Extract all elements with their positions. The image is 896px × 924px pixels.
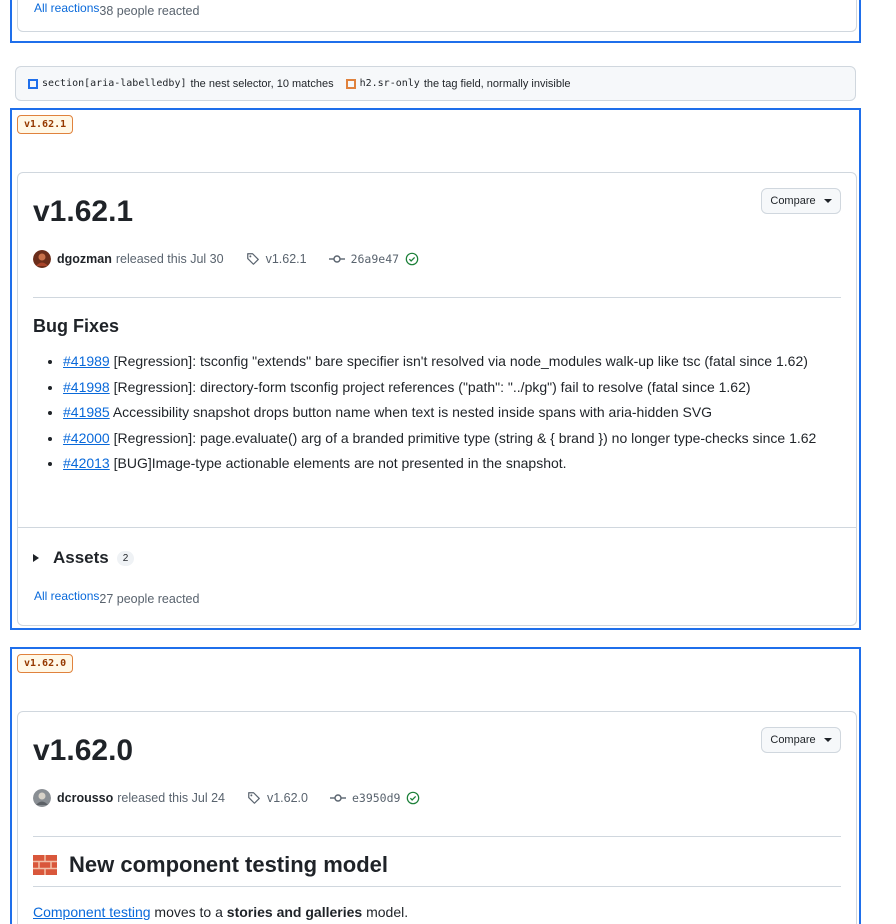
reactions-count: 27 people reacted: [99, 592, 200, 606]
list-item: #41989 [Regression]: tsconfig "extends" …: [63, 350, 841, 373]
assets-toggle[interactable]: Assets 2: [33, 548, 135, 568]
compare-button[interactable]: Compare: [761, 727, 841, 753]
list-item: #41985 Accessibility snapshot drops butt…: [63, 401, 841, 424]
list-item: #42000 [Regression]: page.evaluate() arg…: [63, 427, 841, 450]
release-section-v1-62-1: v1.62.1 v1.62.1 Compare dgozman released…: [10, 108, 861, 630]
release-card-previous: All reactions38 people reacted: [17, 0, 857, 32]
commit-sha: 26a9e47: [350, 252, 400, 266]
highlight-legend: section[aria-labelledby] the nest select…: [15, 66, 856, 101]
all-reactions-link[interactable]: All reactions: [34, 1, 99, 15]
component-testing-link[interactable]: Component testing: [33, 904, 151, 920]
issue-link[interactable]: #42013: [63, 455, 110, 471]
bricks-icon: [33, 855, 57, 875]
divider: [33, 836, 841, 837]
issue-link[interactable]: #42000: [63, 430, 110, 446]
issue-link[interactable]: #41989: [63, 353, 110, 369]
author-link[interactable]: dcrousso: [57, 791, 113, 805]
section-heading: New component testing model: [33, 852, 388, 878]
divider: [18, 527, 856, 528]
reactions-row: All reactions38 people reacted: [34, 1, 200, 18]
list-item-text: [BUG]Image-type actionable elements are …: [109, 455, 567, 471]
blue-swatch-icon: [28, 78, 38, 89]
verified-check-icon[interactable]: [405, 252, 419, 266]
list-item: #42013 [BUG]Image-type actionable elemen…: [63, 452, 841, 475]
caret-down-icon: [823, 738, 832, 742]
section-heading: Bug Fixes: [33, 316, 120, 336]
compare-label: Compare: [770, 734, 816, 746]
release-section-previous: All reactions38 people reacted: [10, 0, 861, 43]
divider: [33, 886, 841, 887]
divider: [33, 297, 841, 298]
verified-check-icon[interactable]: [406, 791, 420, 805]
paragraph-text: model.: [362, 904, 409, 920]
legend-description: the nest selector, 10 matches: [190, 77, 334, 90]
issue-link[interactable]: #41998: [63, 379, 110, 395]
release-title[interactable]: v1.62.0: [33, 734, 133, 768]
section-heading-text: New component testing model: [69, 852, 389, 877]
list-item-text: [Regression]: page.evaluate() arg of a b…: [109, 429, 817, 446]
issue-link[interactable]: #41985: [63, 404, 110, 420]
commit-link[interactable]: e3950d9: [329, 791, 426, 805]
all-reactions-link[interactable]: All reactions: [34, 589, 99, 603]
list-item-text: [Regression]: directory-form tsconfig pr…: [109, 378, 751, 395]
caret-down-icon: [823, 199, 832, 203]
commit-link[interactable]: 26a9e47: [328, 252, 425, 266]
release-meta: dcrousso released this Jul 24 v1.62.0 e3…: [33, 789, 426, 807]
release-meta: dgozman released this Jul 30 v1.62.1 26a…: [33, 250, 425, 268]
legend-selector: h2.sr-only: [359, 78, 420, 89]
assets-label: Assets: [53, 548, 109, 567]
tag-label: v1.62.1: [265, 252, 307, 266]
list-item: #41998 [Regression]: directory-form tsco…: [63, 376, 841, 399]
triangle-right-icon: [33, 554, 39, 562]
tag-link[interactable]: v1.62.1: [246, 252, 307, 266]
tag-link[interactable]: v1.62.0: [247, 791, 308, 805]
legend-description: the tag field, normally invisible: [423, 77, 571, 90]
tag-icon: [246, 253, 259, 265]
release-tag-field: v1.62.0: [17, 654, 74, 673]
released-date: released this Jul 24: [117, 791, 225, 805]
paragraph: Component testing moves to a stories and…: [33, 904, 408, 920]
release-tag-field: v1.62.1: [17, 115, 74, 134]
paragraph-text: moves to a: [150, 904, 227, 920]
compare-label: Compare: [770, 195, 816, 207]
release-card: v1.62.0 Compare dcrousso released this J…: [17, 711, 857, 924]
legend-item-tag: h2.sr-only the tag field, normally invis…: [345, 77, 571, 90]
bug-fix-list: #41989 [Regression]: tsconfig "extends" …: [63, 350, 841, 478]
assets-count-badge: 2: [116, 550, 135, 566]
commit-icon: [328, 255, 345, 263]
release-card: v1.62.1 Compare dgozman released this Ju…: [17, 172, 857, 626]
orange-swatch-icon: [345, 78, 356, 89]
list-item-text: Accessibility snapshot drops button name…: [109, 404, 713, 420]
reactions-count: 38 people reacted: [99, 4, 200, 18]
release-section-v1-62-0: v1.62.0 v1.62.0 Compare dcrousso release…: [10, 647, 861, 924]
released-date: released this Jul 30: [115, 252, 224, 266]
commit-sha: e3950d9: [351, 791, 401, 805]
tag-label: v1.62.0: [266, 791, 308, 805]
list-item-text: [Regression]: tsconfig "extends" bare sp…: [109, 353, 808, 369]
avatar[interactable]: [33, 789, 51, 807]
avatar[interactable]: [33, 250, 51, 268]
compare-button[interactable]: Compare: [761, 188, 841, 214]
release-title[interactable]: v1.62.1: [33, 195, 133, 229]
commit-icon: [329, 794, 346, 802]
legend-item-nest: section[aria-labelledby] the nest select…: [28, 78, 334, 90]
reactions-row: All reactions27 people reacted: [34, 589, 200, 606]
tag-icon: [248, 792, 260, 804]
legend-selector: section[aria-labelledby]: [42, 78, 187, 89]
paragraph-bold: stories and galleries: [226, 904, 363, 920]
author-link[interactable]: dgozman: [57, 252, 112, 266]
